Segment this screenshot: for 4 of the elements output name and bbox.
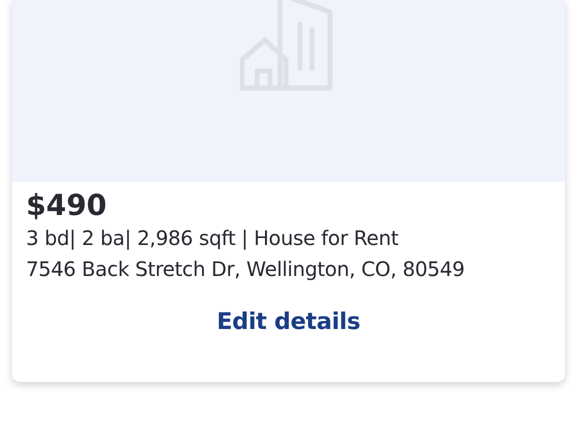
price: $490 bbox=[26, 187, 108, 223]
property-details: 3 bd| 2 ba| 2,986 sqft | House for Rent bbox=[26, 225, 400, 252]
address: 7546 Back Stretch Dr, Wellington, CO, 80549 bbox=[26, 256, 466, 283]
edit-details-link[interactable]: Edit details bbox=[216, 309, 360, 335]
